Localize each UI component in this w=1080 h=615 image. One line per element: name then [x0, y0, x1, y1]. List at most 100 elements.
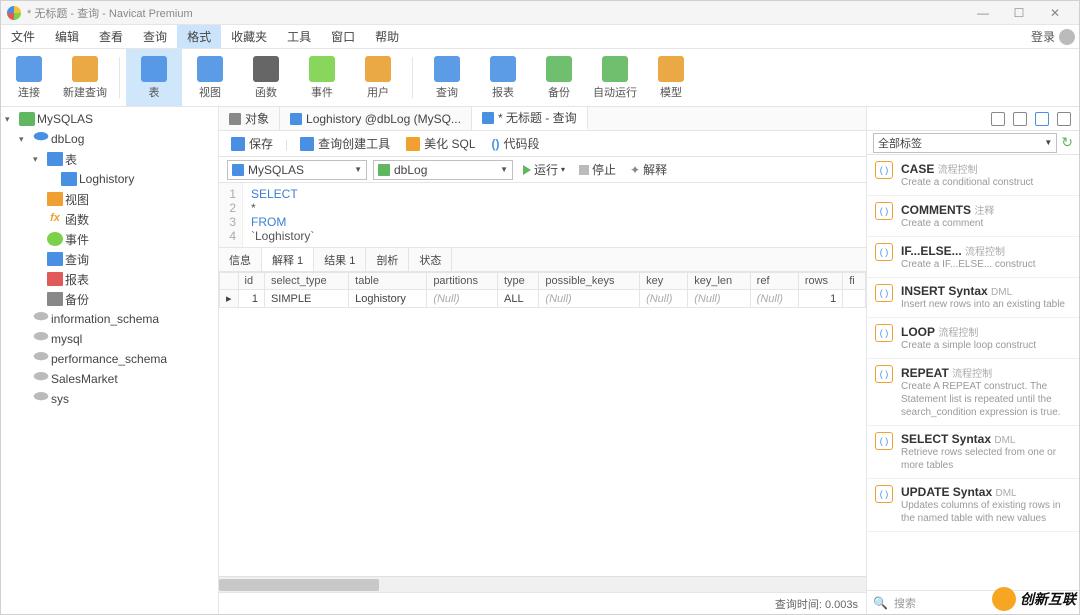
result-tab[interactable]: 结果 1 [314, 248, 366, 271]
beautify-button[interactable]: 美化 SQL [402, 133, 479, 154]
result-tab[interactable]: 剖析 [366, 248, 409, 271]
tree-database[interactable]: information_schema [1, 309, 218, 329]
toolbar-auto-button[interactable]: 自动运行 [587, 49, 643, 106]
toolbar-newquery-button[interactable]: 新建查询 [57, 49, 113, 106]
maximize-button[interactable]: ☐ [1001, 1, 1037, 25]
editor-tab[interactable]: * 无标题 - 查询 [472, 107, 588, 130]
result-grid[interactable]: idselect_typetablepartitionstypepossible… [219, 272, 866, 576]
menu-item[interactable]: 查看 [89, 25, 133, 48]
tree-database[interactable]: mysql [1, 329, 218, 349]
sql-editor[interactable]: 1234 SELECT * FROM `Loghistory` [219, 183, 866, 247]
tree-node[interactable]: 报表 [1, 269, 218, 289]
snippets-button[interactable]: ()代码段 [488, 133, 544, 154]
clock-icon[interactable] [1013, 112, 1027, 126]
braces-icon[interactable] [1035, 112, 1049, 126]
scrollbar-thumb[interactable] [219, 579, 379, 591]
column-header[interactable]: type [497, 273, 538, 290]
grid-cell[interactable]: 1 [798, 290, 842, 308]
info-icon[interactable] [991, 112, 1005, 126]
column-header[interactable]: partitions [427, 273, 498, 290]
editor-tab[interactable]: Loghistory @dbLog (MySQ... [280, 107, 472, 130]
run-button[interactable]: 运行▾ [519, 159, 569, 180]
column-header[interactable]: key [640, 273, 688, 290]
toolbar-connect-button[interactable]: 连接 [1, 49, 57, 106]
toolbar-backup-button[interactable]: 备份 [531, 49, 587, 106]
login-link[interactable]: 登录 [1027, 25, 1079, 48]
explain-button[interactable]: ✦解释 [626, 159, 671, 180]
grid-cell[interactable]: (Null) [750, 290, 798, 308]
toolbar-query-button[interactable]: 查询 [419, 49, 475, 106]
toolbar-view-button[interactable]: 视图 [182, 49, 238, 106]
grid-cell[interactable]: (Null) [427, 290, 498, 308]
horizontal-scrollbar[interactable] [219, 576, 866, 592]
snippet-item[interactable]: SELECT Syntax DMLRetrieve rows selected … [867, 426, 1079, 479]
menu-item[interactable]: 收藏夹 [221, 25, 277, 48]
grid-icon[interactable] [1057, 112, 1071, 126]
column-header[interactable]: ref [750, 273, 798, 290]
tag-filter-select[interactable]: 全部标签▼ [873, 133, 1057, 153]
column-header[interactable]: id [238, 273, 264, 290]
toolbar-model-button[interactable]: 模型 [643, 49, 699, 106]
tree-table-item[interactable]: Loghistory [1, 169, 218, 189]
column-header[interactable]: rows [798, 273, 842, 290]
column-header[interactable]: table [349, 273, 427, 290]
menu-item[interactable]: 查询 [133, 25, 177, 48]
toolbar-report-button[interactable]: 报表 [475, 49, 531, 106]
menu-item[interactable]: 格式 [177, 25, 221, 48]
menu-item[interactable]: 帮助 [365, 25, 409, 48]
grid-cell[interactable]: (Null) [539, 290, 640, 308]
snippet-item[interactable]: LOOP 流程控制Create a simple loop construct [867, 318, 1079, 359]
minimize-button[interactable]: — [965, 1, 1001, 25]
column-header[interactable]: key_len [688, 273, 750, 290]
search-icon: 🔍 [873, 596, 888, 610]
tree-database[interactable]: ▾dbLog [1, 129, 218, 149]
column-header[interactable]: possible_keys [539, 273, 640, 290]
grid-cell[interactable]: ALL [497, 290, 538, 308]
grid-cell[interactable]: SIMPLE [264, 290, 348, 308]
snippet-item[interactable]: INSERT Syntax DMLInsert new rows into an… [867, 278, 1079, 318]
tree-node[interactable]: 事件 [1, 229, 218, 249]
result-tab[interactable]: 解释 1 [262, 248, 314, 271]
tree-database[interactable]: performance_schema [1, 349, 218, 369]
database-combo[interactable]: dbLog▼ [373, 160, 513, 180]
toolbar-event-button[interactable]: 事件 [294, 49, 350, 106]
toolbar-user-button[interactable]: 用户 [350, 49, 406, 106]
snippet-item[interactable]: IF...ELSE... 流程控制Create a IF...ELSE... c… [867, 237, 1079, 278]
menu-item[interactable]: 文件 [1, 25, 45, 48]
menu-item[interactable]: 窗口 [321, 25, 365, 48]
refresh-icon[interactable]: ↻ [1061, 134, 1073, 151]
grid-cell[interactable]: (Null) [640, 290, 688, 308]
result-tab[interactable]: 状态 [409, 248, 452, 271]
tree-node[interactable]: 备份 [1, 289, 218, 309]
connection-combo[interactable]: MySQLAS▼ [227, 160, 367, 180]
snippet-item[interactable]: UPDATE Syntax DMLUpdates columns of exis… [867, 479, 1079, 532]
object-tree[interactable]: ▾MySQLAS ▾dbLog ▾表 Loghistory 视图fx函数事件查询… [1, 107, 219, 614]
tree-connection[interactable]: ▾MySQLAS [1, 109, 218, 129]
save-button[interactable]: 保存 [227, 133, 277, 154]
tree-database[interactable]: SalesMarket [1, 369, 218, 389]
tree-node[interactable]: fx函数 [1, 209, 218, 229]
tree-tables-node[interactable]: ▾表 [1, 149, 218, 169]
grid-cell[interactable]: (Null) [688, 290, 750, 308]
tree-database[interactable]: sys [1, 389, 218, 409]
editor-tab[interactable]: 对象 [219, 107, 280, 130]
column-header[interactable]: select_type [264, 273, 348, 290]
snippet-item[interactable]: COMMENTS 注释Create a comment [867, 196, 1079, 237]
grid-cell[interactable]: 1 [238, 290, 264, 308]
tree-node[interactable]: 查询 [1, 249, 218, 269]
column-header[interactable]: fi [843, 273, 866, 290]
snippet-item[interactable]: REPEAT 流程控制Create A REPEAT construct. Th… [867, 359, 1079, 426]
result-tab[interactable]: 信息 [219, 248, 262, 271]
stop-button[interactable]: 停止 [575, 159, 620, 180]
close-button[interactable]: ✕ [1037, 1, 1073, 25]
menu-item[interactable]: 工具 [277, 25, 321, 48]
query-builder-button[interactable]: 查询创建工具 [296, 133, 394, 154]
toolbar-fx-button[interactable]: 函数 [238, 49, 294, 106]
toolbar-table-button[interactable]: 表 [126, 49, 182, 106]
grid-cell[interactable]: Loghistory [349, 290, 427, 308]
snippet-desc: Create a comment [901, 217, 1071, 230]
tree-node[interactable]: 视图 [1, 189, 218, 209]
snippet-item[interactable]: CASE 流程控制Create a conditional construct [867, 155, 1079, 196]
menu-item[interactable]: 编辑 [45, 25, 89, 48]
grid-cell[interactable] [843, 290, 866, 308]
